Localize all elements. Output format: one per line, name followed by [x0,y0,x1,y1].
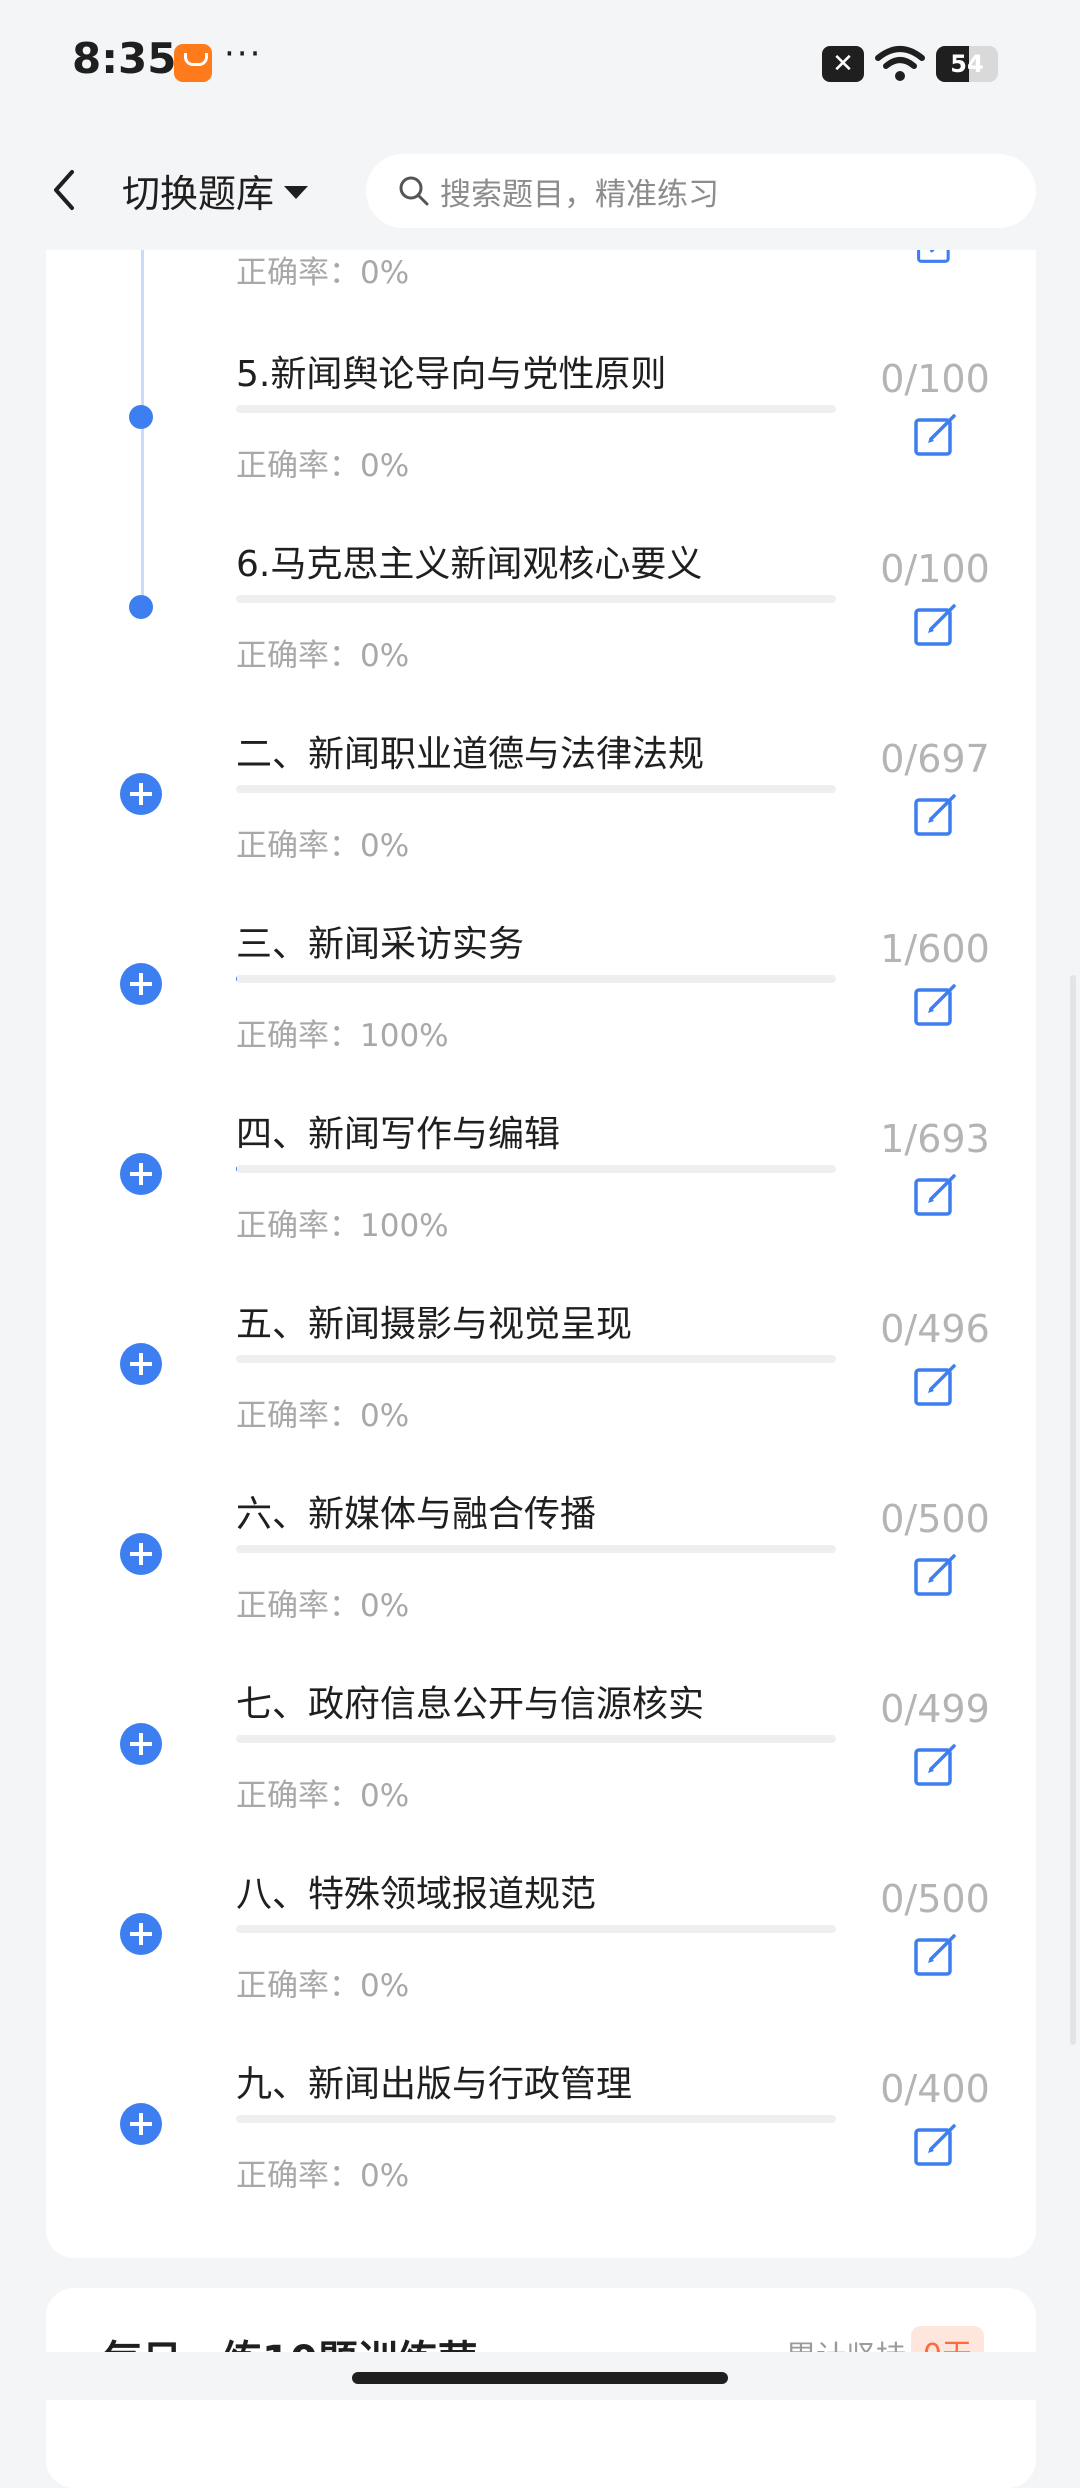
progress-bar [236,1735,836,1743]
plus-circle-icon[interactable] [120,963,162,1005]
question-count: 0/499 [880,1687,990,1731]
progress-bar-fill [236,975,238,983]
search-placeholder: 搜索题目，精准练习 [440,176,719,213]
chapter-row[interactable]: 6.马克思主义新闻观核心要义正确率：0% 0/100 [0,535,1080,725]
chapter-row[interactable]: 四、新闻写作与编辑正确率：100% 1/693 [0,1105,1080,1295]
more-notifications-icon: ··· [224,34,263,74]
plus-circle-icon[interactable] [120,1913,162,1955]
edit-icon[interactable] [913,1743,959,1789]
edit-icon[interactable] [913,413,959,459]
search-icon [399,176,429,206]
edit-icon[interactable] [913,603,959,649]
scrollbar[interactable] [1070,975,1076,2045]
status-bar: 8:35 ··· ✕ 54 [0,0,1080,130]
chapter-title: 三、新闻采访实务 [236,924,525,965]
caret-down-icon [284,185,309,199]
chapter-row[interactable]: 六、新媒体与融合传播正确率：0% 0/500 [0,1485,1080,1675]
chapter-title: 七、政府信息公开与信源核实 [236,1684,705,1725]
progress-bar [236,595,836,603]
chapter-title: 6.马克思主义新闻观核心要义 [236,544,703,585]
chapter-title: 九、新闻出版与行政管理 [236,2064,633,2105]
edit-icon[interactable] [913,793,959,839]
chapter-title: 五、新闻摄影与视觉呈现 [236,1304,633,1345]
chapter-title: 八、特殊领域报道规范 [236,1874,597,1915]
plus-circle-icon[interactable] [120,1153,162,1195]
battery-level: 54 [950,50,984,78]
chapter-title: 六、新媒体与融合传播 [236,1494,597,1535]
timeline-dot [129,405,153,429]
chapter-row[interactable]: 二、新闻职业道德与法律法规正确率：0% 0/697 [0,725,1080,915]
edit-icon[interactable] [913,983,959,1029]
chapter-row[interactable]: 5.新闻舆论导向与党性原则正确率：0% 0/100 [0,345,1080,535]
question-count: 0/100 [880,357,990,401]
edit-icon[interactable] [913,1553,959,1599]
accuracy-rate: 正确率：0% [236,828,410,864]
accuracy-rate: 正确率：0% [236,638,410,674]
back-chevron-icon[interactable] [40,160,88,220]
edit-icon[interactable] [913,2123,959,2169]
partial-row-accuracy: 正确率：0% [236,255,410,291]
question-count: 0/400 [880,2067,990,2111]
progress-bar [236,975,836,983]
accuracy-rate: 正确率：0% [236,1968,410,2004]
accuracy-rate: 正确率：0% [236,1588,410,1624]
question-count: 0/500 [880,1497,990,1541]
switch-question-bank-button[interactable]: 切换题库 [122,160,309,220]
battery-indicator: 54 [936,46,998,82]
progress-bar [236,405,836,413]
chapter-title: 5.新闻舆论导向与党性原则 [236,354,667,395]
close-icon: ✕ [822,46,864,82]
plus-circle-icon[interactable] [120,1723,162,1765]
edit-icon[interactable] [913,1173,959,1219]
shopping-app-icon [174,44,212,82]
accuracy-rate: 正确率：0% [236,1778,410,1814]
question-count: 0/100 [880,547,990,591]
chapter-title: 二、新闻职业道德与法律法规 [236,734,705,775]
accuracy-rate: 正确率：0% [236,2158,410,2194]
plus-circle-icon[interactable] [120,1533,162,1575]
progress-bar [236,785,836,793]
timeline-dot [129,595,153,619]
progress-bar [236,2115,836,2123]
switch-question-bank-label: 切换题库 [122,171,275,216]
accuracy-rate: 正确率：0% [236,448,410,484]
progress-bar [236,1545,836,1553]
chapter-row[interactable]: 九、新闻出版与行政管理正确率：0% 0/400 [0,2055,1080,2245]
edit-icon[interactable] [913,1363,959,1409]
status-time: 8:35 [72,34,177,83]
question-count: 0/496 [880,1307,990,1351]
question-count: 1/693 [880,1117,990,1161]
progress-bar-fill [236,1165,237,1173]
wifi-icon [875,46,925,81]
progress-bar [236,1925,836,1933]
plus-circle-icon[interactable] [120,2103,162,2145]
accuracy-rate: 正确率：100% [236,1018,449,1054]
question-count: 0/697 [880,737,990,781]
chapter-row[interactable]: 五、新闻摄影与视觉呈现正确率：0% 0/496 [0,1295,1080,1485]
chapter-row[interactable]: 七、政府信息公开与信源核实正确率：0% 0/499 [0,1675,1080,1865]
question-count: 0/500 [880,1877,990,1921]
accuracy-rate: 正确率：0% [236,1398,410,1434]
top-bar: 切换题库 搜索题目，精准练习 [0,130,1080,250]
accuracy-rate: 正确率：100% [236,1208,449,1244]
question-count: 1/600 [880,927,990,971]
chapter-row[interactable]: 三、新闻采访实务正确率：100% 1/600 [0,915,1080,1105]
search-input[interactable]: 搜索题目，精准练习 [366,154,1036,228]
plus-circle-icon[interactable] [120,1343,162,1385]
home-indicator[interactable] [352,2372,728,2384]
chapter-title: 四、新闻写作与编辑 [236,1114,561,1155]
edit-icon[interactable] [913,1933,959,1979]
progress-bar [236,1355,836,1363]
plus-circle-icon[interactable] [120,773,162,815]
chapter-row[interactable]: 八、特殊领域报道规范正确率：0% 0/500 [0,1865,1080,2055]
progress-bar [236,1165,836,1173]
